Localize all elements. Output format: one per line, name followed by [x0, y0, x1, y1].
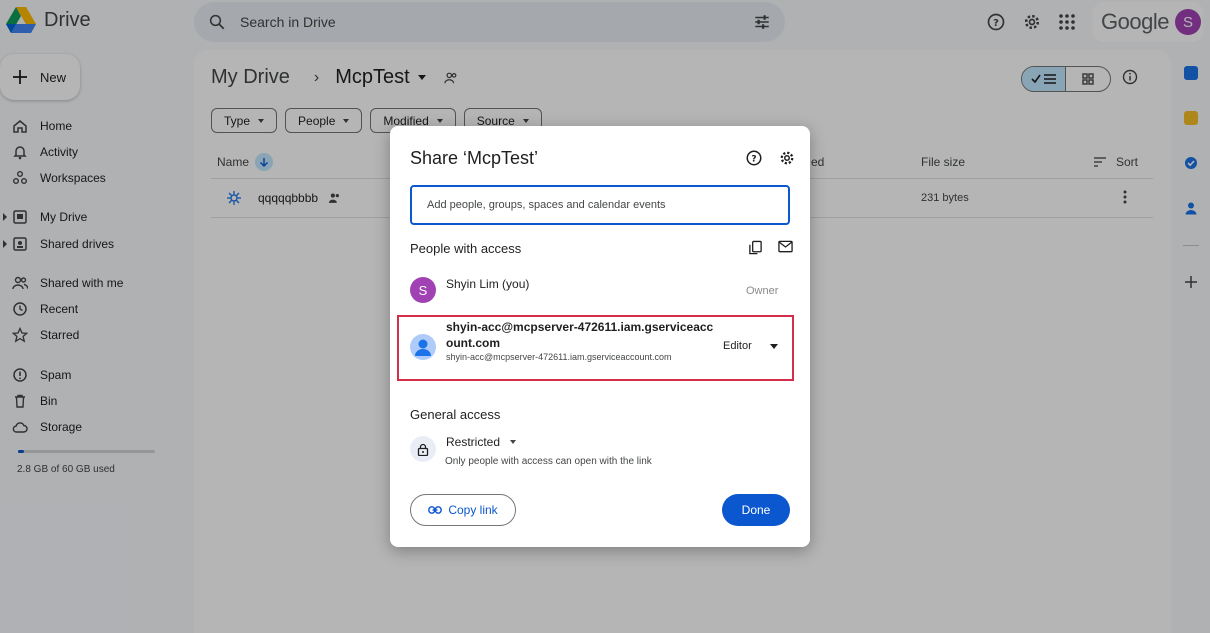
- copy-link-button[interactable]: Copy link: [410, 494, 516, 526]
- role-dropdown[interactable]: Editor: [723, 340, 778, 352]
- add-people-input[interactable]: Add people, groups, spaces and calendar …: [410, 185, 790, 225]
- settings-gear-icon[interactable]: [778, 149, 796, 167]
- share-dialog: Share ‘McpTest’ ? Add people, groups, sp…: [390, 126, 810, 547]
- general-access-value: Restricted: [446, 435, 501, 449]
- copy-emails-icon[interactable]: [748, 240, 763, 255]
- people-with-access-heading: People with access: [410, 241, 522, 256]
- dropdown-arrow-icon: [769, 343, 778, 349]
- avatar: S: [410, 277, 436, 303]
- general-access-heading: General access: [410, 407, 501, 422]
- lock-icon: [410, 436, 436, 462]
- done-label: Done: [741, 503, 771, 517]
- email-icon[interactable]: [778, 240, 793, 253]
- role-label: Editor: [723, 340, 752, 352]
- avatar-person-icon: [410, 334, 436, 360]
- copy-link-label: Copy link: [448, 503, 498, 517]
- dropdown-arrow-icon: [510, 440, 517, 444]
- person-email: shyin-acc@mcpserver-472611.iam.gservicea…: [446, 352, 672, 362]
- help-icon[interactable]: ?: [745, 149, 763, 167]
- svg-text:?: ?: [751, 154, 756, 164]
- link-icon: [428, 506, 443, 514]
- role-label: Owner: [746, 285, 779, 297]
- person-name: Shyin Lim (you): [446, 277, 530, 291]
- general-access-description: Only people with access can open with th…: [445, 456, 652, 467]
- dialog-title: Share ‘McpTest’: [410, 148, 539, 168]
- add-people-placeholder: Add people, groups, spaces and calendar …: [427, 199, 666, 211]
- done-button[interactable]: Done: [722, 494, 790, 526]
- general-access-dropdown[interactable]: Restricted: [446, 435, 517, 449]
- person-name: shyin-acc@mcpserver-472611.iam.gservicea…: [446, 320, 714, 350]
- access-row-owner: S Shyin Lim (you) Owner: [410, 277, 790, 305]
